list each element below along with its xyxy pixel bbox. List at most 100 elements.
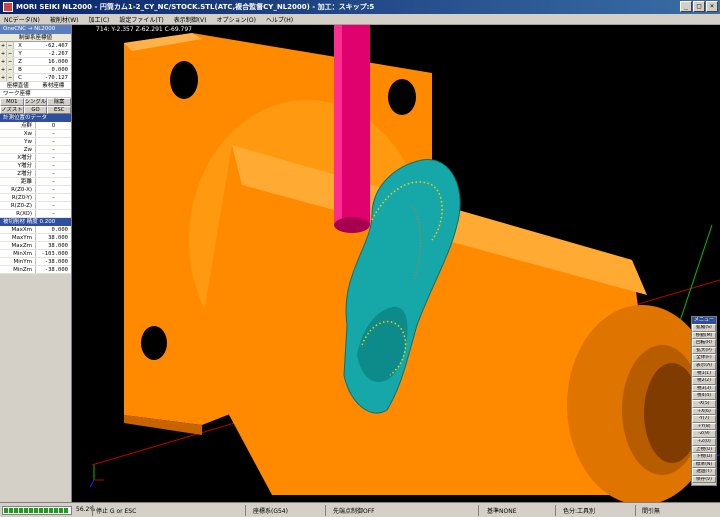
progress-segment bbox=[24, 507, 28, 513]
data-row-value: – bbox=[52, 155, 55, 161]
minimize-button[interactable]: _ bbox=[680, 1, 692, 12]
mode-row: 座標直値 素材座標 bbox=[0, 82, 71, 90]
axis-plus-button[interactable]: + bbox=[0, 50, 7, 57]
title-bar: MORI SEIKI NL2000 - 円筒カム1-2_CY_NC/STOCK.… bbox=[0, 0, 720, 14]
view-menu-button[interactable]: -Z(9) bbox=[692, 430, 716, 438]
data-row-label: Xw bbox=[0, 130, 36, 137]
data-row: Y増分 – bbox=[0, 162, 71, 170]
progress-segment bbox=[19, 507, 23, 513]
data-row-value: – bbox=[52, 179, 55, 185]
axis-minus-button[interactable]: − bbox=[7, 66, 14, 73]
view-menu-button[interactable]: 視4(4) bbox=[692, 392, 716, 400]
view-menu-button[interactable]: 標準(N) bbox=[692, 460, 716, 469]
stock-list: MaxXm 0.000 MaxYm 38.000 MaxZm 38.000 MinXm -10… bbox=[0, 226, 71, 274]
view-menu-button[interactable]: +Y(8) bbox=[692, 422, 716, 431]
m01-button[interactable]: M01 bbox=[0, 98, 24, 106]
view-menu-button[interactable]: 視1(1) bbox=[692, 369, 716, 378]
data-row-value: -38.000 bbox=[44, 259, 68, 265]
menu-help[interactable]: ヘルプ(H) bbox=[266, 15, 293, 24]
data-row-value: 38.000 bbox=[48, 235, 68, 241]
single-button[interactable]: シングル bbox=[23, 98, 48, 106]
axis-value: -62.467 bbox=[44, 43, 68, 49]
coord-title: 制御系座標値 bbox=[0, 34, 71, 42]
menu-display[interactable]: 表示制御(V) bbox=[174, 15, 207, 24]
mode-stock-coord[interactable]: 素材座標 bbox=[36, 82, 72, 89]
view-menu-button[interactable]: 下視(D) bbox=[692, 453, 716, 461]
axis-value: 0.000 bbox=[51, 67, 68, 73]
bolt-hole bbox=[141, 326, 167, 360]
axis-plus-button[interactable]: + bbox=[0, 58, 7, 65]
control-buttons-2: ノズストップ GO ESC bbox=[0, 106, 72, 120]
view-menu-button[interactable]: 全体(F) bbox=[692, 354, 716, 362]
data-row: MaxZm 38.000 bbox=[0, 242, 71, 250]
exclude-button[interactable]: 除案 bbox=[47, 98, 72, 106]
tip-control-status: 先端点制御OFF bbox=[333, 508, 375, 515]
data-row-label: MaxZm bbox=[0, 242, 36, 249]
view-menu-button[interactable]: 表示(A) bbox=[692, 361, 716, 370]
data-row-value: – bbox=[52, 131, 55, 137]
axis-plus-button[interactable]: + bbox=[0, 42, 7, 49]
data-row-value: – bbox=[52, 147, 55, 153]
status-bar: 56.2% 停止 G or ESC 座標系(G54) 先端点制御OFF 基準NO… bbox=[0, 502, 720, 517]
close-button[interactable]: × bbox=[706, 1, 718, 12]
view-menu-button[interactable]: 透過(T) bbox=[692, 468, 716, 476]
data-row: R(Z0-Z) – bbox=[0, 202, 71, 210]
data-row-label: MinYm bbox=[0, 258, 36, 265]
progress-segment bbox=[4, 507, 8, 513]
menu-machining[interactable]: 加工(C) bbox=[88, 15, 109, 24]
base-status: 基準NONE bbox=[487, 508, 517, 515]
view-menu-button[interactable]: 拡大(P) bbox=[692, 346, 716, 355]
axis-minus-button[interactable]: − bbox=[7, 50, 14, 57]
view-menu-button[interactable]: -X(5) bbox=[692, 399, 716, 408]
menu-options[interactable]: オプション(O) bbox=[217, 15, 256, 24]
esc-button[interactable]: ESC bbox=[47, 106, 72, 114]
menu-nc-data[interactable]: NCデータ(N) bbox=[4, 15, 40, 24]
simulation-viewport[interactable]: 714: Y-2.357 Z-62.291 C-69.797 bbox=[72, 25, 720, 502]
view-menu-button[interactable]: 拡縮(S) bbox=[692, 324, 716, 332]
data-row-label: X増分 bbox=[0, 154, 36, 161]
data-row-value: – bbox=[52, 195, 55, 201]
maximize-button[interactable]: □ bbox=[693, 1, 705, 12]
axis-plus-button[interactable]: + bbox=[0, 74, 7, 81]
color-mode-status: 色分:工具別 bbox=[563, 508, 596, 515]
view-menu-button[interactable]: 視2(2) bbox=[692, 377, 716, 385]
data-row-value: 0 bbox=[51, 123, 56, 129]
axis-minus-button[interactable]: − bbox=[7, 42, 14, 49]
work-coord-label[interactable]: ワーク座標 bbox=[0, 90, 71, 97]
progress-segment bbox=[29, 507, 33, 513]
view-menu-button[interactable]: +X(6) bbox=[692, 407, 716, 416]
data-row: R(XO) – bbox=[0, 210, 71, 218]
mode-direct-value[interactable]: 座標直値 bbox=[0, 82, 36, 89]
data-row-value: -103.000 bbox=[41, 251, 69, 257]
progress-bar bbox=[2, 505, 72, 515]
stock-title: 被切削材 精度 0.200 bbox=[0, 218, 71, 226]
progress-segment bbox=[59, 507, 63, 513]
stop-status: 停止 G or ESC bbox=[96, 508, 137, 515]
data-row-value: – bbox=[52, 163, 55, 169]
data-row-value: -38.000 bbox=[44, 267, 68, 273]
data-row-label: Y増分 bbox=[0, 162, 36, 169]
cnc-header: OneCNC → NL2000 bbox=[0, 25, 71, 34]
axis-plus-button[interactable]: + bbox=[0, 66, 7, 73]
axis-minus-button[interactable]: − bbox=[7, 74, 14, 81]
data-row: MinXm -103.000 bbox=[0, 250, 71, 258]
view-menu-button[interactable]: +Z(0) bbox=[692, 437, 716, 446]
axis-row-b: + − B 0.000 bbox=[0, 66, 71, 74]
measure-list: 点群 0 Xw – Yw – Zw – X増分 – Y増分 – Z増分 – 距離 – R(Z0-X) – R(Z0-… bbox=[0, 122, 71, 218]
axis-minus-button[interactable]: − bbox=[7, 58, 14, 65]
menu-settings-file[interactable]: 設定ファイル(T) bbox=[119, 15, 163, 24]
view-menu-button[interactable]: -Y(7) bbox=[692, 415, 716, 423]
view-menu-button[interactable]: 移動(M) bbox=[692, 331, 716, 340]
view-menu-button[interactable]: 保存(V) bbox=[692, 475, 716, 484]
view-menu-button[interactable]: 上視(U) bbox=[692, 445, 716, 454]
view-menu-button[interactable]: 回転(R) bbox=[692, 339, 716, 347]
axis-value: -2.267 bbox=[48, 51, 68, 57]
data-row: X増分 – bbox=[0, 154, 71, 162]
progress-segment bbox=[64, 507, 68, 513]
work-coord-row: ワーク座標 bbox=[0, 90, 71, 98]
menu-workpiece[interactable]: 被削材(W) bbox=[50, 15, 79, 24]
go-button[interactable]: GO bbox=[23, 106, 48, 114]
window-title: MORI SEIKI NL2000 - 円筒カム1-2_CY_NC/STOCK.… bbox=[16, 3, 375, 11]
view-menu-button[interactable]: 視3(3) bbox=[692, 384, 716, 393]
nozzle-stop-button[interactable]: ノズストップ bbox=[0, 106, 24, 120]
